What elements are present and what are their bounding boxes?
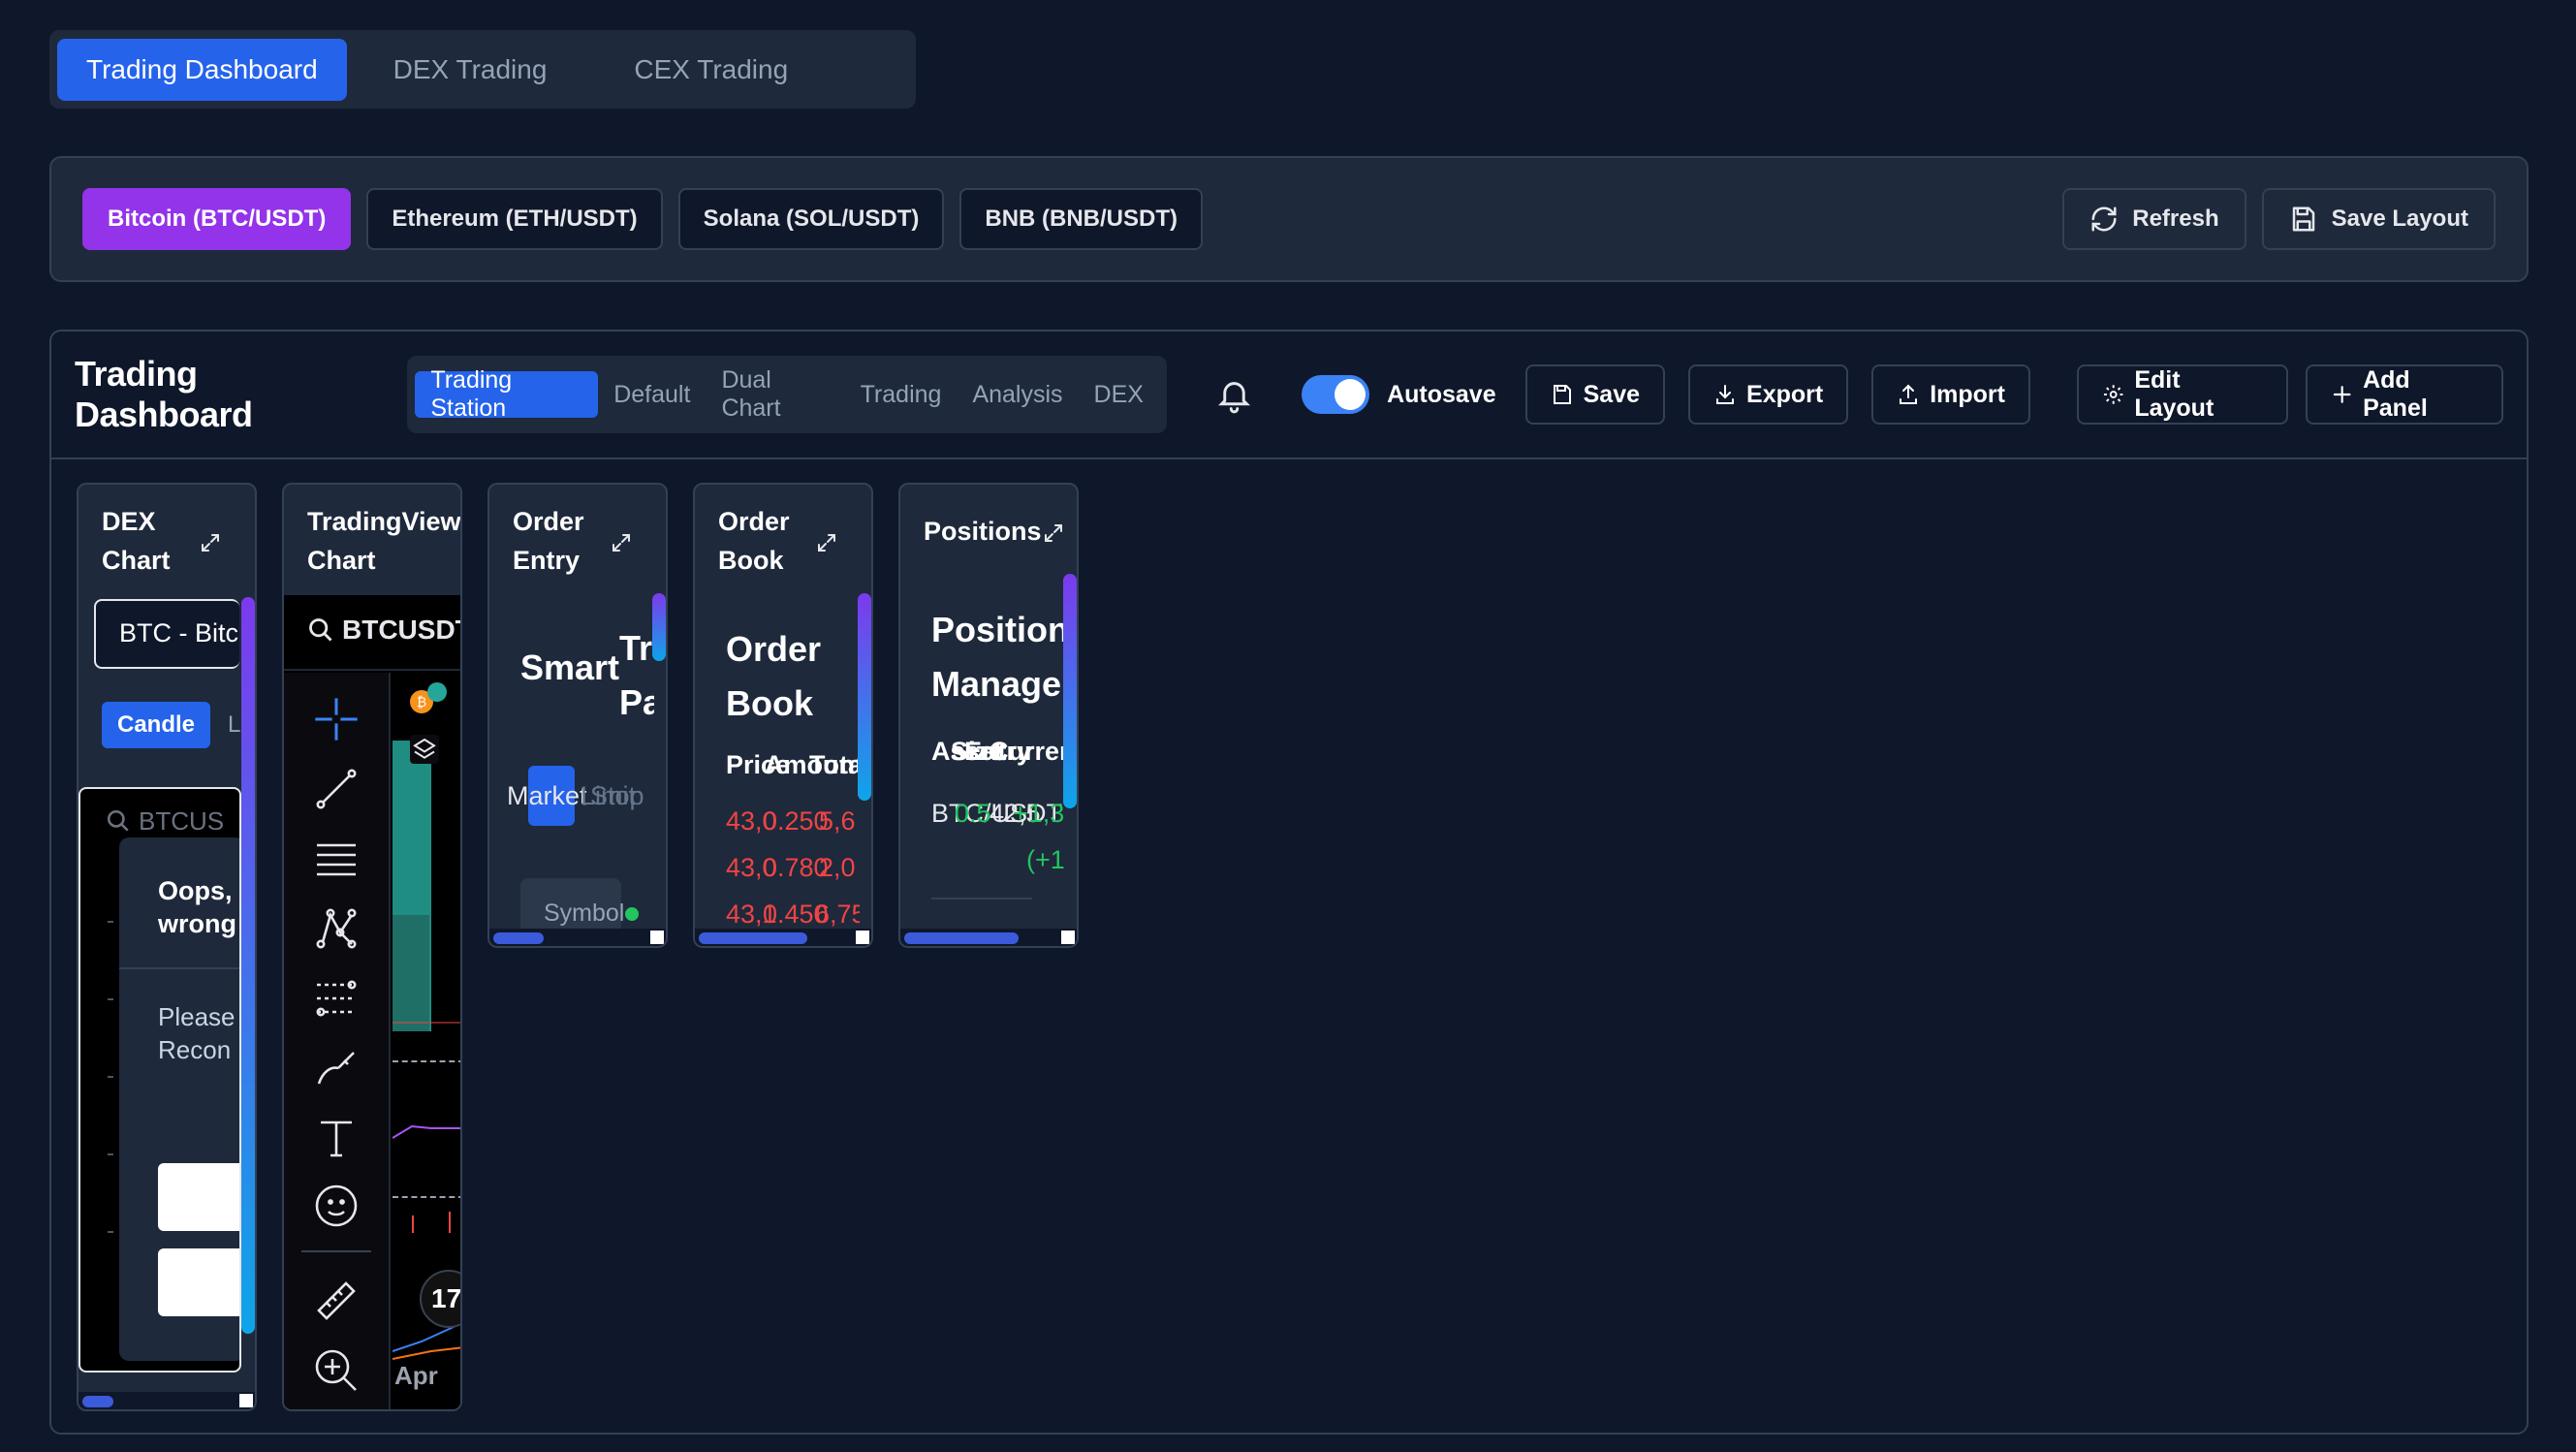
symbol-btc[interactable]: Bitcoin (BTC/USDT) — [82, 188, 352, 250]
save-layout-button[interactable]: Save Layout — [2261, 188, 2496, 250]
save-icon — [1553, 385, 1571, 404]
pattern-icon[interactable] — [313, 905, 360, 952]
text-icon[interactable] — [313, 1115, 360, 1161]
zoom-in-icon[interactable] — [313, 1347, 360, 1394]
plus-icon — [2333, 386, 2351, 403]
dismiss-button[interactable] — [158, 1248, 239, 1316]
vertical-scrollbar[interactable] — [858, 593, 871, 801]
panel-title: Positions — [924, 517, 1042, 546]
autosave-label: Autosave — [1387, 380, 1496, 408]
vertical-scrollbar[interactable] — [241, 597, 255, 1334]
emoji-icon[interactable] — [313, 1183, 360, 1229]
x-axis-label: Apr — [394, 1361, 438, 1390]
crosshair-icon[interactable] — [311, 694, 361, 744]
status-dot — [625, 907, 639, 921]
order-book-content: Order Book Price Amount Total 43,0 0.250… — [695, 591, 860, 932]
ruler-icon[interactable] — [313, 1278, 360, 1324]
layout-dex[interactable]: DEX — [1079, 371, 1159, 418]
layout-trading[interactable]: Trading — [845, 371, 958, 418]
stop-tab[interactable]: Stop — [590, 781, 644, 811]
error-message: Please Recon — [158, 1002, 236, 1064]
horizontal-scrollbar[interactable] — [904, 932, 1019, 944]
dashboard-title: Trading Dashboard — [75, 354, 253, 434]
gear-icon — [2103, 385, 2123, 404]
export-button[interactable]: Export — [1688, 364, 1849, 425]
refresh-icon — [2091, 206, 2117, 232]
expand-icon[interactable] — [1042, 521, 1065, 545]
candle-bar — [393, 915, 429, 1031]
refresh-button[interactable]: Refresh — [2062, 188, 2246, 250]
expand-icon[interactable] — [199, 531, 222, 554]
layers-icon[interactable] — [410, 735, 439, 764]
search-icon — [107, 809, 129, 832]
order-book-heading: Order Book — [726, 629, 822, 723]
order-book-panel: Order Book Order Book Price Amount Total… — [693, 483, 873, 948]
add-panel-button[interactable]: Add Panel — [2305, 364, 2503, 425]
autosave-toggle[interactable] — [1301, 375, 1370, 414]
axis-ticks — [108, 921, 117, 1309]
drawing-toolbar — [284, 673, 391, 1409]
trend-line-icon[interactable] — [313, 766, 360, 812]
symbol-sol[interactable]: Solana (SOL/USDT) — [677, 188, 945, 250]
dashboard-header: Trading Dashboard Trading Station Defaul… — [51, 331, 2527, 459]
dashboard: Trading Dashboard Trading Station Defaul… — [49, 330, 2529, 1435]
panel-title: Order Book — [718, 507, 790, 575]
bell-icon[interactable] — [1215, 375, 1253, 414]
tab-dex-trading[interactable]: DEX Trading — [357, 39, 586, 101]
horizontal-lines-icon[interactable] — [313, 836, 360, 882]
expand-icon[interactable] — [610, 531, 633, 554]
main-tabs: Trading Dashboard DEX Trading CEX Tradin… — [49, 30, 916, 109]
layout-analysis[interactable]: Analysis — [957, 371, 1078, 418]
indicator-line — [393, 1124, 460, 1139]
save-icon — [2292, 206, 2314, 232]
panel-title: TradingView Chart — [307, 507, 461, 575]
token-select[interactable]: BTC - Bitc — [94, 599, 239, 669]
tradingview-panel: TradingView Chart BTCUSDT ₿ 17 Apr — [282, 483, 462, 1411]
layout-tabs: Trading Station Default Dual Chart Tradi… — [407, 356, 1167, 433]
error-dialog: Oops, wrong Please Recon — [119, 837, 239, 1361]
chart-area: ₿ 17 Apr — [393, 673, 460, 1409]
tab-trading-dashboard[interactable]: Trading Dashboard — [57, 38, 347, 101]
upload-icon — [1900, 384, 1918, 404]
horizontal-scrollbar[interactable] — [82, 1396, 113, 1407]
candle-button[interactable]: Candle — [102, 702, 210, 748]
symbol-eth[interactable]: Ethereum (ETH/USDT) — [366, 188, 663, 250]
order-entry-panel: Order Entry Smart Tr Pa Market Limit Sto… — [487, 483, 668, 948]
error-title: Oops, wrong — [158, 876, 236, 938]
vertical-scrollbar[interactable] — [652, 593, 666, 661]
order-entry-content: Smart Tr Pa Market Limit Stop Symbol — [489, 591, 654, 932]
layout-default[interactable]: Default — [598, 371, 706, 418]
symbol-search[interactable]: BTCUSDT — [342, 615, 460, 646]
search-icon[interactable] — [307, 616, 334, 644]
refresh-label: Refresh — [2132, 205, 2219, 232]
edit-layout-button[interactable]: Edit Layout — [2076, 364, 2288, 425]
symbol-bar: Bitcoin (BTC/USDT) Ethereum (ETH/USDT) S… — [49, 156, 2529, 282]
panel-title: DEX Chart — [102, 507, 171, 575]
symbol-bnb[interactable]: BNB (BNB/USDT) — [959, 188, 1204, 250]
save-button[interactable]: Save — [1524, 364, 1666, 425]
positions-panel: Positions Positions Manager Asset Size E… — [898, 483, 1079, 948]
reconnect-button[interactable] — [158, 1163, 239, 1231]
layout-dual-chart[interactable]: Dual Chart — [706, 366, 844, 422]
import-button[interactable]: Import — [1871, 364, 2030, 425]
save-layout-label: Save Layout — [2331, 205, 2468, 232]
line-button[interactable]: L — [228, 711, 240, 739]
positions-heading: Positions Manager — [931, 610, 1065, 704]
fib-icon[interactable] — [313, 975, 360, 1022]
vertical-scrollbar[interactable] — [1063, 574, 1077, 808]
horizontal-scrollbar[interactable] — [699, 932, 807, 944]
horizontal-scrollbar[interactable] — [493, 932, 544, 944]
brush-icon[interactable] — [313, 1045, 360, 1091]
dex-chart-panel: DEX Chart BTC - Bitc Candle L BTCUS Oops… — [77, 483, 257, 1411]
layout-trading-station[interactable]: Trading Station — [415, 366, 599, 422]
panel-title: Order Entry — [513, 507, 584, 575]
expand-icon[interactable] — [815, 531, 838, 554]
download-icon — [1716, 385, 1735, 404]
dex-chart-frame: BTCUS Oops, wrong Please Recon — [79, 787, 241, 1373]
positions-content: Positions Manager Asset Size Entry Curre… — [900, 582, 1065, 932]
tradingview-chart: BTCUSDT ₿ 17 Apr — [284, 595, 460, 1409]
tab-cex-trading[interactable]: CEX Trading — [595, 39, 827, 101]
